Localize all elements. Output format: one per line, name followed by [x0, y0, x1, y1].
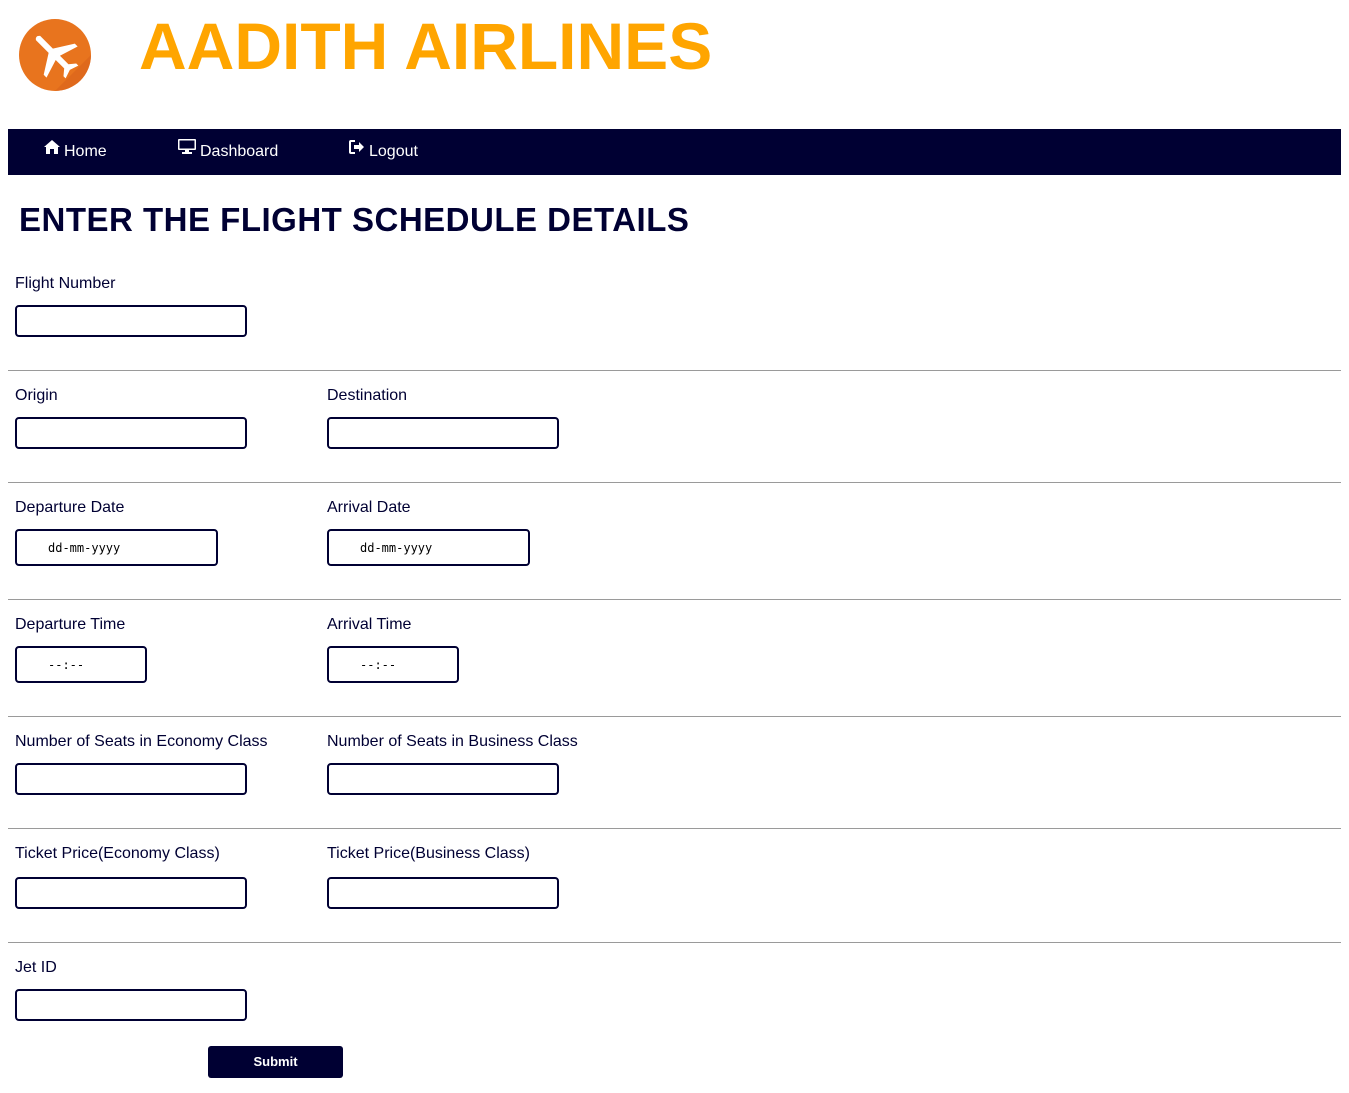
- arrival-date-label: Arrival Date: [327, 499, 411, 516]
- arrival-time-label: Arrival Time: [327, 616, 412, 633]
- flight-number-input[interactable]: [15, 305, 247, 337]
- arrival-time-input[interactable]: --:--: [327, 646, 459, 683]
- departure-date-placeholder: dd-mm-yyyy: [48, 540, 121, 555]
- destination-input[interactable]: [327, 417, 559, 449]
- home-icon: [44, 127, 60, 173]
- arrival-date-input[interactable]: dd-mm-yyyy: [327, 529, 530, 566]
- nav-logout-link[interactable]: Logout: [349, 129, 418, 175]
- divider: [8, 370, 1341, 371]
- destination-label: Destination: [327, 387, 408, 404]
- economy-price-label: Ticket Price(Economy Class): [15, 845, 220, 862]
- business-seats-label: Number of Seats in Business Class: [327, 733, 578, 750]
- site-header: AADITH AIRLINES: [0, 0, 1349, 110]
- nav-home-link[interactable]: Home: [44, 129, 107, 175]
- economy-seats-label: Number of Seats in Economy Class: [15, 733, 268, 750]
- logout-icon: [349, 127, 365, 173]
- flight-number-label: Flight Number: [15, 275, 116, 292]
- departure-time-label: Departure Time: [15, 616, 126, 633]
- business-seats-input[interactable]: [327, 763, 559, 795]
- nav-dashboard-label: Dashboard: [200, 143, 279, 161]
- origin-input[interactable]: [15, 417, 247, 449]
- jet-id-label: Jet ID: [15, 959, 57, 976]
- origin-label: Origin: [15, 387, 58, 404]
- arrival-date-placeholder: dd-mm-yyyy: [360, 540, 433, 555]
- divider: [8, 482, 1341, 483]
- jet-id-input[interactable]: [15, 989, 247, 1021]
- monitor-icon: [178, 127, 196, 173]
- nav-dashboard-link[interactable]: Dashboard: [178, 129, 278, 175]
- business-price-input[interactable]: [327, 877, 559, 909]
- nav-logout-label: Logout: [369, 143, 418, 161]
- departure-time-input[interactable]: --:--: [15, 646, 147, 683]
- divider: [8, 599, 1341, 600]
- brand-title: AADITH AIRLINES: [139, 9, 713, 83]
- departure-time-placeholder: --:--: [48, 657, 85, 672]
- top-navbar: Home Dashboard Logout: [8, 129, 1341, 175]
- divider: [8, 828, 1341, 829]
- airplane-icon: [19, 19, 91, 91]
- nav-home-label: Home: [64, 143, 107, 161]
- departure-date-input[interactable]: dd-mm-yyyy: [15, 529, 218, 566]
- page-title: ENTER THE FLIGHT SCHEDULE DETAILS: [19, 201, 690, 238]
- arrival-time-placeholder: --:--: [360, 657, 397, 672]
- departure-date-label: Departure Date: [15, 499, 125, 516]
- divider: [8, 716, 1341, 717]
- economy-price-input[interactable]: [15, 877, 247, 909]
- submit-button[interactable]: Submit: [208, 1046, 343, 1078]
- economy-seats-input[interactable]: [15, 763, 247, 795]
- business-price-label: Ticket Price(Business Class): [327, 845, 531, 862]
- divider: [8, 942, 1341, 943]
